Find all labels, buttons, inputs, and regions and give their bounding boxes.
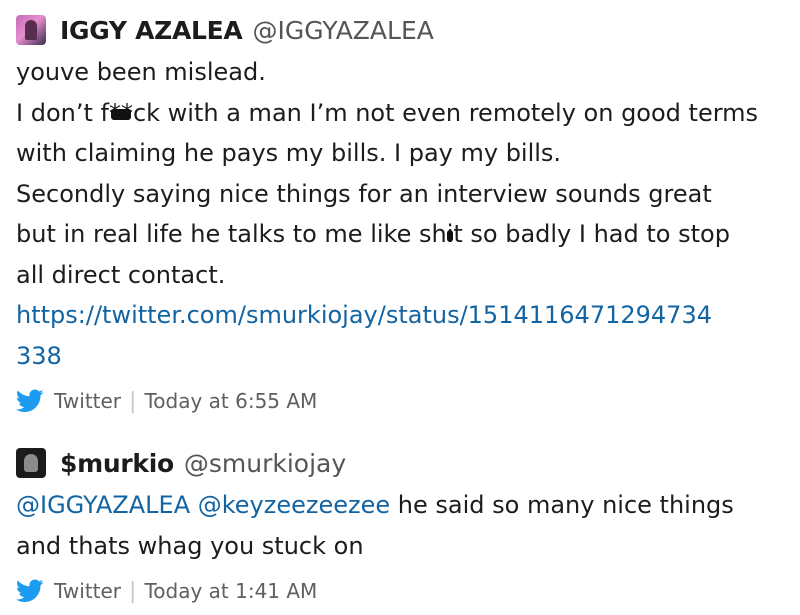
text-fragment: ck with a man I’m not even remotely on g… [132,98,759,127]
tweet-author-row: IGGY AZALEA @IGGYAZALEA [16,12,786,48]
author-name[interactable]: IGGY AZALEA [60,16,243,45]
tweet-line: @IGGYAZALEA @keyzeezeezee he said so man… [16,485,786,526]
author-handle[interactable]: @smurkiojay [184,449,346,478]
tweet-body: @IGGYAZALEA @keyzeezeezee he said so man… [16,485,786,566]
tweet-link[interactable]: https://twitter.com/smurkiojay/status/15… [16,295,786,336]
redacted-word: ** [109,93,133,134]
tweet-source[interactable]: Twitter [54,389,121,413]
tweet-footer: Twitter | Today at 1:41 AM [16,576,786,606]
tweet-timestamp[interactable]: Today at 6:55 AM [144,389,317,413]
tweet-footer: Twitter | Today at 6:55 AM [16,386,786,416]
text-fragment: he said so many nice things [390,491,734,519]
twitter-bird-icon [16,579,44,602]
tweet-line: Secondly saying nice things for an inter… [16,179,712,208]
twitter-bird-icon [16,389,44,412]
text-fragment: but in real life he talks to me like sh [16,220,447,248]
tweet-author-row: $murkio @smurkiojay [16,445,786,481]
tweet-line: and thats whag you stuck on [16,531,364,560]
tweet-card-iggy: IGGY AZALEA @IGGYAZALEA youve been misle… [16,12,786,416]
author-handle[interactable]: @IGGYAZALEA [252,16,433,45]
text-fragment: I don’t f [16,98,109,127]
tweet-line: I don’t f**ck with a man I’m not even re… [16,93,786,134]
avatar[interactable] [16,15,46,45]
tweet-line: youve been mislead. [16,58,266,86]
redacted-letter: i [447,214,454,255]
tweet-timestamp[interactable]: Today at 1:41 AM [144,579,317,603]
text-fragment: t so badly I had to stop [453,220,730,248]
tweet-line: but in real life he talks to me like shi… [16,214,786,255]
mention-link[interactable]: @IGGYAZALEA [16,491,190,519]
avatar[interactable] [16,448,46,478]
tweet-card-smurkio: $murkio @smurkiojay @IGGYAZALEA @keyzeez… [16,445,786,606]
footer-divider: | [129,578,137,604]
footer-divider: | [129,388,137,414]
tweet-body: youve been mislead. I don’t f**ck with a… [16,52,786,376]
tweet-line: all direct contact. [16,260,226,289]
author-name[interactable]: $murkio [60,449,174,478]
tweet-line: with claiming he pays my bills. I pay my… [16,139,562,167]
tweet-source[interactable]: Twitter [54,579,121,603]
tweet-link-continued[interactable]: 338 [16,336,786,377]
mention-link[interactable]: @keyzeezeezee [198,491,390,519]
